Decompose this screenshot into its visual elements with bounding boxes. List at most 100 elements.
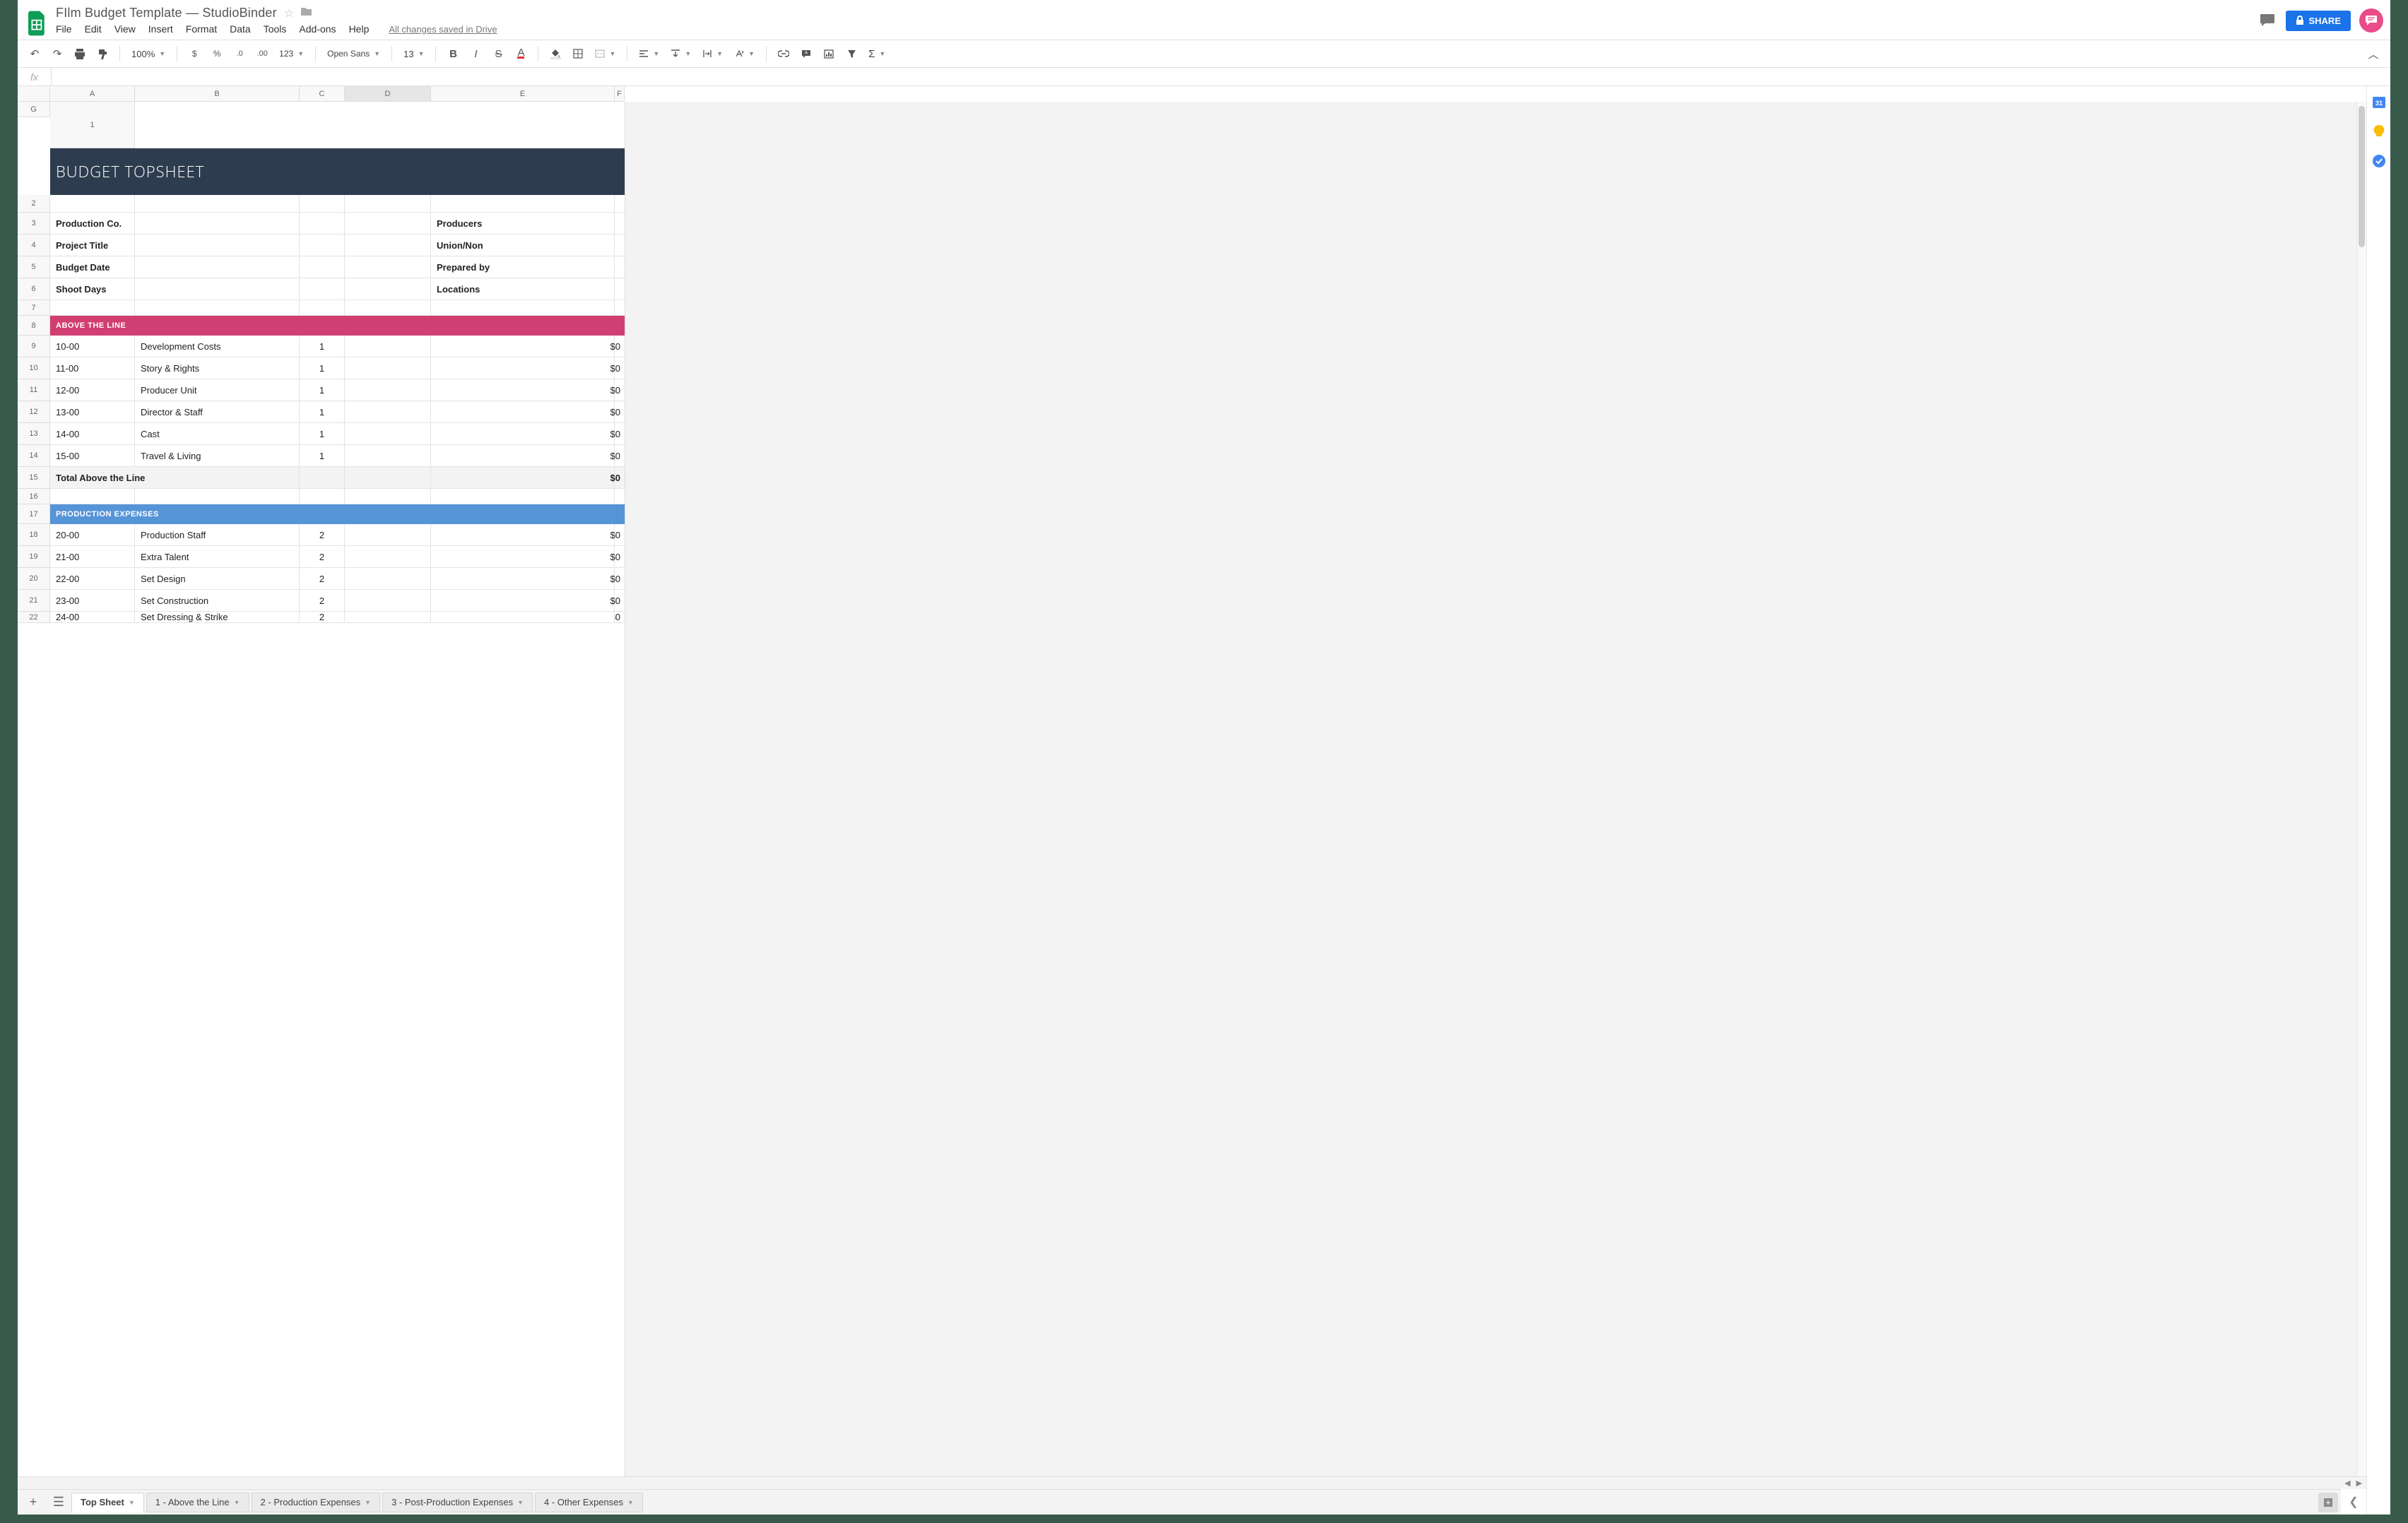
cell-qty[interactable]: 1 bbox=[300, 357, 345, 379]
sheet-tab[interactable]: 4 - Other Expenses▼ bbox=[535, 1493, 643, 1512]
cell[interactable] bbox=[431, 423, 615, 445]
cell-code[interactable]: 20-00 bbox=[50, 524, 135, 546]
merge-cells-icon[interactable]: ▼ bbox=[591, 45, 620, 63]
total-label[interactable]: Total Above the Line bbox=[50, 467, 300, 489]
cell-qty[interactable]: 1 bbox=[300, 445, 345, 467]
spreadsheet-grid[interactable]: ABCDEFG1BUDGET TOPSHEET23Production Co.P… bbox=[18, 86, 2366, 1476]
menu-format[interactable]: Format bbox=[186, 23, 217, 35]
sheets-logo-icon[interactable] bbox=[25, 7, 50, 40]
cell[interactable] bbox=[431, 336, 615, 357]
move-folder-icon[interactable] bbox=[301, 6, 312, 20]
row-header[interactable]: 13 bbox=[18, 423, 50, 445]
menu-addons[interactable]: Add-ons bbox=[299, 23, 336, 35]
document-title[interactable]: FIlm Budget Template — StudioBinder bbox=[56, 6, 277, 20]
cell-code[interactable]: 10-00 bbox=[50, 336, 135, 357]
cell-desc[interactable]: Producer Unit bbox=[135, 379, 300, 401]
cell[interactable] bbox=[50, 300, 135, 316]
row-header[interactable]: 6 bbox=[18, 278, 50, 300]
menu-help[interactable]: Help bbox=[349, 23, 370, 35]
scroll-right-icon[interactable]: ▶ bbox=[2356, 1478, 2362, 1488]
column-header[interactable]: F bbox=[615, 86, 625, 102]
scrollbar-thumb[interactable] bbox=[2359, 106, 2365, 247]
cell[interactable] bbox=[431, 379, 615, 401]
row-header[interactable]: 8 bbox=[18, 316, 50, 336]
sheet-tab[interactable]: 2 - Production Expenses▼ bbox=[252, 1493, 381, 1512]
borders-icon[interactable] bbox=[568, 44, 588, 64]
cell[interactable] bbox=[300, 467, 345, 489]
cell[interactable]: Union/Non bbox=[431, 235, 615, 256]
cell-qty[interactable]: 1 bbox=[300, 336, 345, 357]
explore-button[interactable] bbox=[2318, 1493, 2338, 1512]
cell[interactable] bbox=[300, 256, 345, 278]
share-button[interactable]: SHARE bbox=[2286, 11, 2351, 31]
strikethrough-icon[interactable]: S bbox=[488, 44, 508, 64]
cell-code[interactable]: 11-00 bbox=[50, 357, 135, 379]
row-header[interactable]: 12 bbox=[18, 401, 50, 423]
currency-icon[interactable]: $ bbox=[184, 44, 204, 64]
font-select[interactable]: Open Sans▼ bbox=[323, 45, 384, 63]
cell[interactable] bbox=[135, 489, 300, 504]
cell-code[interactable]: 12-00 bbox=[50, 379, 135, 401]
cell-qty[interactable]: 1 bbox=[300, 423, 345, 445]
column-header[interactable]: C bbox=[300, 86, 345, 102]
row-header[interactable]: 2 bbox=[18, 195, 50, 213]
cell[interactable]: Shoot Days bbox=[50, 278, 135, 300]
italic-icon[interactable]: I bbox=[466, 44, 485, 64]
vertical-scrollbar[interactable] bbox=[2356, 102, 2366, 1476]
menu-tools[interactable]: Tools bbox=[264, 23, 287, 35]
cell[interactable] bbox=[300, 300, 345, 316]
row-header[interactable]: 3 bbox=[18, 213, 50, 235]
cell-desc[interactable]: Development Costs bbox=[135, 336, 300, 357]
column-header[interactable]: G bbox=[18, 102, 50, 117]
cell[interactable] bbox=[345, 195, 431, 213]
row-header[interactable]: 22 bbox=[18, 612, 50, 623]
cell-code[interactable]: 22-00 bbox=[50, 568, 135, 590]
cell[interactable] bbox=[431, 401, 615, 423]
cell[interactable] bbox=[135, 213, 300, 235]
cell[interactable] bbox=[345, 336, 431, 357]
v-align-icon[interactable]: ▼ bbox=[666, 45, 695, 63]
h-align-icon[interactable]: ▼ bbox=[635, 45, 663, 63]
cell[interactable] bbox=[300, 195, 345, 213]
decrease-decimal-icon[interactable]: .0 bbox=[230, 44, 249, 64]
tasks-app-icon[interactable] bbox=[2372, 154, 2386, 168]
column-header[interactable]: A bbox=[50, 86, 135, 102]
cell-code[interactable]: 15-00 bbox=[50, 445, 135, 467]
text-wrap-icon[interactable]: ▼ bbox=[698, 45, 727, 63]
cell[interactable] bbox=[431, 590, 615, 612]
cell[interactable] bbox=[345, 467, 431, 489]
sheet-tab[interactable]: Top Sheet▼ bbox=[71, 1493, 144, 1512]
cell[interactable] bbox=[345, 524, 431, 546]
cell-desc[interactable]: Travel & Living bbox=[135, 445, 300, 467]
menu-view[interactable]: View bbox=[114, 23, 136, 35]
cell-desc[interactable]: Cast bbox=[135, 423, 300, 445]
cell[interactable] bbox=[50, 195, 135, 213]
cell-qty[interactable]: 2 bbox=[300, 524, 345, 546]
cell-desc[interactable]: Story & Rights bbox=[135, 357, 300, 379]
all-sheets-button[interactable]: ☰ bbox=[46, 1491, 71, 1514]
cell[interactable] bbox=[50, 489, 135, 504]
cell[interactable] bbox=[431, 445, 615, 467]
row-header[interactable]: 21 bbox=[18, 590, 50, 612]
row-header[interactable]: 16 bbox=[18, 489, 50, 504]
bold-icon[interactable]: B bbox=[443, 44, 463, 64]
number-format-select[interactable]: 123▼ bbox=[275, 45, 308, 63]
filter-icon[interactable] bbox=[842, 44, 861, 64]
cell[interactable] bbox=[345, 612, 431, 623]
insert-link-icon[interactable] bbox=[774, 44, 793, 64]
paint-format-icon[interactable] bbox=[93, 44, 112, 64]
cell[interactable] bbox=[345, 213, 431, 235]
row-header[interactable]: 4 bbox=[18, 235, 50, 256]
increase-decimal-icon[interactable]: .00 bbox=[252, 44, 272, 64]
chat-floating-icon[interactable] bbox=[2359, 8, 2383, 32]
text-color-icon[interactable]: A bbox=[511, 44, 531, 64]
cell-desc[interactable]: Extra Talent bbox=[135, 546, 300, 568]
print-icon[interactable] bbox=[70, 44, 90, 64]
cell-desc[interactable]: Set Design bbox=[135, 568, 300, 590]
cell-code[interactable]: 21-00 bbox=[50, 546, 135, 568]
cell[interactable] bbox=[431, 489, 615, 504]
percent-icon[interactable]: % bbox=[207, 44, 227, 64]
font-size-select[interactable]: 13▼ bbox=[399, 45, 428, 63]
row-header[interactable]: 11 bbox=[18, 379, 50, 401]
cell[interactable]: Production Co. bbox=[50, 213, 135, 235]
